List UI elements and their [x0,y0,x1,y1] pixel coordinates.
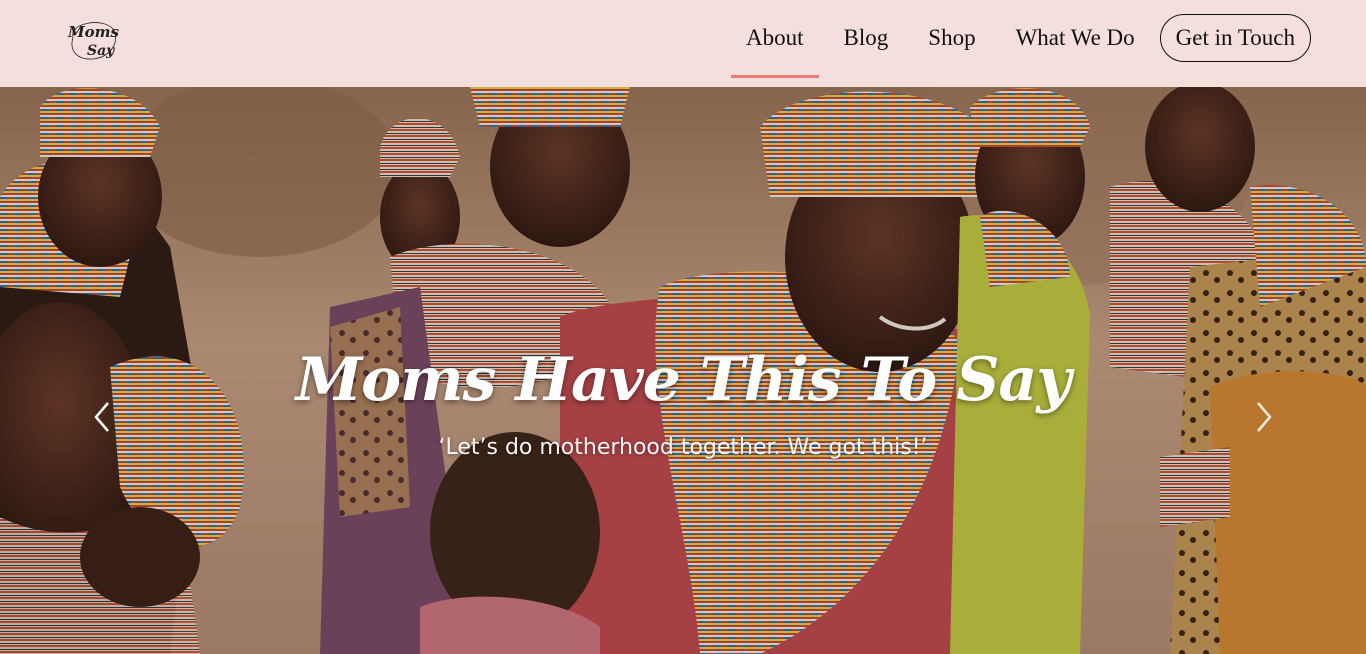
carousel-prev-button[interactable] [88,397,118,437]
carousel-next-button[interactable] [1248,397,1278,437]
hero-title: Moms Have This To Say [295,345,1072,415]
chevron-left-icon [94,402,109,432]
logo[interactable]: Moms Say [63,15,121,63]
nav-what-we-do[interactable]: What We Do [1016,25,1135,51]
nav-about[interactable]: About [731,25,818,78]
nav-blog[interactable]: Blog [844,25,889,51]
navbar: Moms Say About Blog Shop What We Do Get … [0,0,1366,87]
logo-line2: Say [87,43,115,59]
chevron-right-icon [1257,402,1272,432]
main-nav: About Blog Shop What We Do Get in Touch [706,12,1311,78]
get-in-touch-button[interactable]: Get in Touch [1159,14,1311,62]
hero-carousel: Moms Have This To Say ‘Let’s do motherho… [0,87,1366,654]
hero-subtitle: ‘Let’s do motherhood together. We got th… [438,435,928,460]
logo-icon: Moms Say [67,22,119,60]
nav-shop[interactable]: Shop [928,25,975,51]
logo-line1: Moms [67,23,119,41]
